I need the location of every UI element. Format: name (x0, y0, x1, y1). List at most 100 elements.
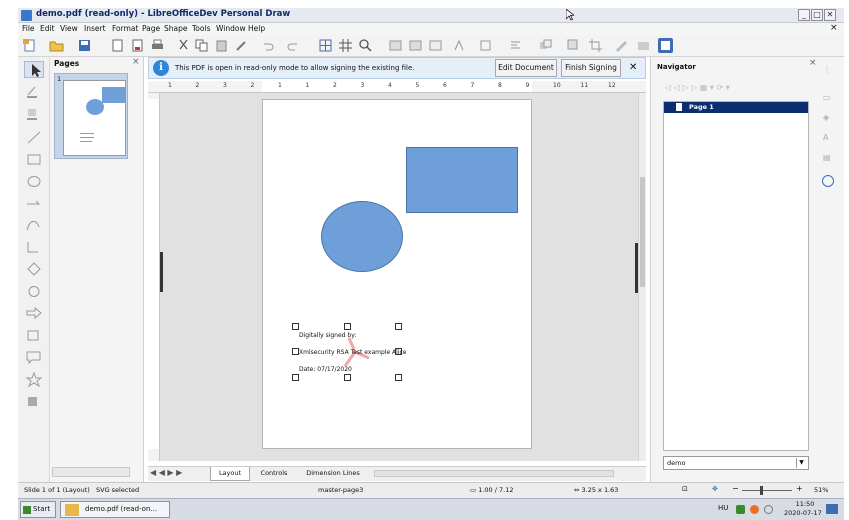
helplines-icon[interactable] (338, 38, 353, 53)
export-icon[interactable] (110, 38, 125, 53)
navigator-close-button[interactable]: × (809, 58, 817, 68)
symbol-shapes-icon[interactable] (24, 283, 44, 300)
close-document-button[interactable]: × (830, 23, 838, 34)
new-document-icon[interactable] (22, 38, 37, 53)
save-icon[interactable] (77, 38, 92, 53)
zoom-slider-thumb[interactable] (760, 486, 763, 495)
fit-page-icon[interactable]: ✥ (712, 485, 718, 493)
tab-controls[interactable]: Controls (254, 467, 294, 481)
tray-icon[interactable] (764, 505, 773, 514)
text-box-icon[interactable] (428, 38, 443, 53)
horizontal-ruler[interactable]: 1 2 3 2 1 1 2 3 4 5 6 7 8 9 10 11 12 (148, 81, 646, 93)
navigator-icon[interactable] (822, 175, 834, 187)
open-folder-icon[interactable] (49, 38, 64, 53)
selection-handle[interactable] (344, 374, 351, 381)
vertical-scrollbar-thumb[interactable] (640, 177, 645, 287)
edit-document-button[interactable]: Edit Document (495, 59, 557, 77)
basic-shapes-icon[interactable] (24, 261, 44, 278)
selection-handle[interactable] (292, 348, 299, 355)
connectors-icon[interactable] (24, 239, 44, 256)
document-page[interactable]: Digitally signed by: Xmlsecurity RSA Tes… (262, 99, 532, 449)
menu-file[interactable]: File (22, 23, 35, 35)
tab-dimension-lines[interactable]: Dimension Lines (298, 467, 368, 481)
selection-handle[interactable] (344, 323, 351, 330)
gallery-icon[interactable]: A (823, 133, 828, 142)
redo-icon[interactable] (286, 38, 301, 53)
fill-color-icon[interactable] (24, 105, 44, 122)
tab-layout[interactable]: Layout (210, 467, 250, 481)
tray-icon[interactable] (736, 505, 745, 514)
properties-icon[interactable]: ▭ (823, 93, 831, 102)
vertical-ruler[interactable] (148, 93, 160, 461)
zoom-level[interactable]: 51% (814, 486, 828, 494)
shapes-icon[interactable]: ▤ (823, 153, 831, 162)
infobar-close-button[interactable]: ✕ (629, 62, 637, 73)
zoom-in-button[interactable]: + (796, 484, 803, 493)
sidebar-menu-icon[interactable]: ⋮ (823, 65, 831, 74)
ellipse-tool-icon[interactable] (24, 173, 44, 190)
styles-icon[interactable]: ◈ (823, 113, 829, 122)
selection-handle[interactable] (395, 374, 402, 381)
flowchart-icon[interactable] (24, 327, 44, 344)
callouts-icon[interactable] (24, 349, 44, 366)
menu-window[interactable]: Window (216, 23, 246, 35)
menu-help[interactable]: Help (248, 23, 265, 35)
menu-edit[interactable]: Edit (40, 23, 55, 35)
horizontal-scrollbar[interactable] (374, 470, 614, 477)
lines-arrows-icon[interactable] (24, 195, 44, 212)
navigator-nav-icons[interactable]: ◁ ◁ ▷ ▷ ▦ ▾ ⟳ ▾ (665, 83, 765, 95)
grid-icon[interactable] (318, 38, 333, 53)
export-pdf-icon[interactable] (130, 38, 145, 53)
curves-icon[interactable] (24, 217, 44, 234)
vertical-scrollbar[interactable] (638, 93, 646, 461)
blue-rectangle-shape[interactable] (406, 147, 518, 213)
drawing-canvas[interactable]: Digitally signed by: Xmlsecurity RSA Tes… (160, 93, 638, 461)
digital-signature-icon[interactable]: ⊡ (682, 485, 688, 493)
pages-panel-close[interactable]: × (132, 57, 140, 67)
selection-handle[interactable] (292, 323, 299, 330)
paste-icon[interactable] (214, 38, 229, 53)
signature-graphic[interactable]: Digitally signed by: Xmlsecurity RSA Tes… (292, 323, 406, 381)
copy-icon[interactable] (194, 38, 209, 53)
tray-icon[interactable] (750, 505, 759, 514)
navigator-tree[interactable]: Page 1 (663, 101, 809, 451)
start-button[interactable]: Start (20, 501, 56, 518)
points-icon[interactable] (636, 38, 651, 53)
transformations-icon[interactable] (478, 38, 493, 53)
undo-icon[interactable] (260, 38, 275, 53)
close-button[interactable]: ✕ (824, 9, 836, 21)
navigator-item-page-1[interactable]: Page 1 (664, 102, 808, 113)
3d-objects-icon[interactable] (24, 393, 44, 410)
cut-icon[interactable] (176, 38, 191, 53)
maximize-button[interactable]: □ (811, 9, 823, 21)
shadow-icon[interactable] (566, 38, 581, 53)
input-language[interactable]: HU (718, 504, 728, 512)
navigator-document-select[interactable]: demo ▼ (663, 456, 809, 470)
draw-icon[interactable] (614, 38, 629, 53)
menu-tools[interactable]: Tools (192, 23, 210, 35)
menu-format[interactable]: Format (112, 23, 138, 35)
zoom-out-button[interactable]: − (732, 484, 739, 493)
finish-signing-button[interactable]: Finish Signing (561, 59, 621, 77)
print-icon[interactable] (150, 38, 165, 53)
left-panel-collapse-handle[interactable] (160, 252, 163, 292)
page-thumbnail-selected[interactable]: 1 (54, 73, 128, 159)
menu-view[interactable]: View (60, 23, 78, 35)
minimize-button[interactable]: _ (798, 9, 810, 21)
selection-handle[interactable] (292, 374, 299, 381)
block-arrows-icon[interactable] (24, 305, 44, 322)
chart-icon[interactable] (408, 38, 423, 53)
selection-handle[interactable] (395, 323, 402, 330)
image-icon[interactable] (388, 38, 403, 53)
rectangle-tool-icon[interactable] (24, 151, 44, 168)
taskbar-app-button[interactable]: demo.pdf (read-on... (60, 501, 170, 518)
menu-page[interactable]: Page (142, 23, 160, 35)
arrange-icon[interactable] (538, 38, 553, 53)
zoom-icon[interactable] (358, 38, 373, 53)
menu-insert[interactable]: Insert (84, 23, 106, 35)
menu-shape[interactable]: Shape (164, 23, 188, 35)
select-arrow-icon[interactable] (24, 61, 44, 78)
blue-ellipse-shape[interactable] (321, 201, 403, 272)
tab-nav-arrows[interactable]: ◀ ◀ ▶ ▶ (150, 468, 182, 477)
align-icon[interactable] (508, 38, 523, 53)
